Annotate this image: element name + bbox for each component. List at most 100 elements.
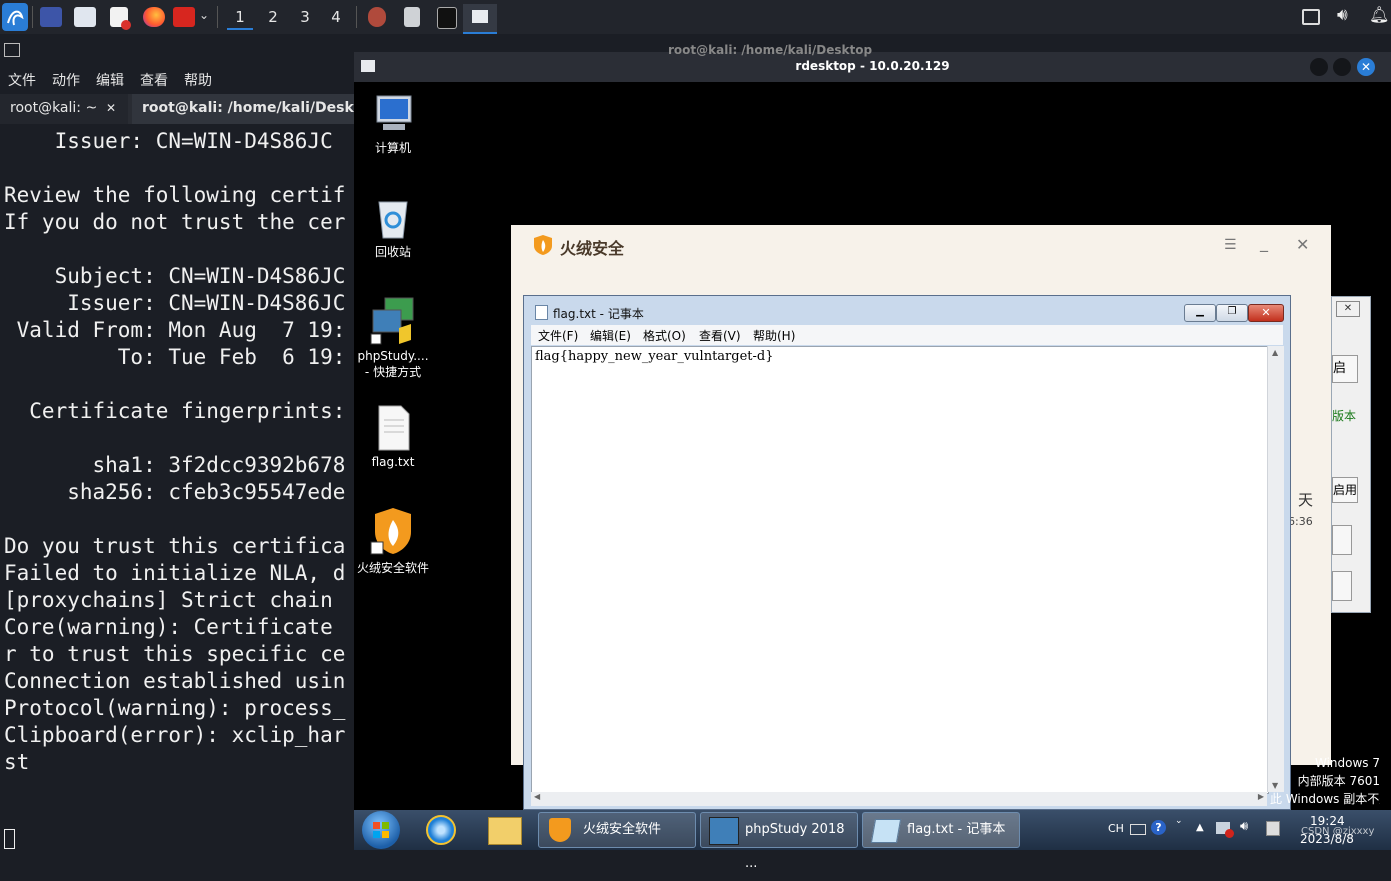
keyboard-icon[interactable] [1130, 824, 1146, 835]
editor-task-icon[interactable] [404, 7, 420, 27]
desktop-icon-recycle-bin[interactable]: 回收站 [354, 194, 433, 260]
huorong-logo-icon [534, 235, 552, 255]
volume-icon[interactable]: 🔊︎ [1240, 819, 1248, 834]
menu-file[interactable]: 文件 [8, 70, 36, 90]
terminal-line: Protocol(warning): process_ [4, 696, 346, 720]
phpstudy-icon [370, 297, 414, 345]
firefox-task-icon[interactable] [368, 7, 386, 27]
terminal-output[interactable]: Issuer: CN=WIN-D4S86JC Review the follow… [4, 128, 354, 776]
close-icon[interactable]: ✕ [1296, 235, 1309, 254]
workspace-3[interactable]: 3 [292, 6, 318, 28]
menu-view[interactable]: 查看 [140, 70, 168, 90]
minimize-button[interactable]: ▁ [1184, 304, 1216, 322]
text-file-icon [378, 405, 410, 451]
menu-file[interactable]: 文件(F) [538, 327, 578, 344]
horizontal-scrollbar[interactable]: ◀ ▶ [531, 792, 1267, 806]
terminal-line: sha1: 3f2dcc9392b678 [4, 453, 346, 477]
explorer-icon[interactable] [488, 817, 522, 845]
scroll-up-icon[interactable]: ▲ [1272, 348, 1278, 357]
notepad-titlebar[interactable]: flag.txt - 记事本 ▁ ❐ ✕ [524, 296, 1290, 326]
desktop-icon-computer[interactable]: 计算机 [354, 92, 433, 156]
workspace-1[interactable]: 1 [227, 6, 253, 30]
dialog-close-icon[interactable]: ✕ [1336, 301, 1360, 317]
workspace-2[interactable]: 2 [260, 6, 286, 28]
close-button[interactable]: ✕ [1248, 304, 1284, 322]
flag-icon[interactable] [173, 7, 195, 27]
chevron-down-icon[interactable]: ⌄ [199, 8, 209, 22]
screenshot-icon[interactable] [1302, 9, 1320, 25]
kali-top-panel: ⌄ 1 2 3 4 🔊︎ 🔔︎ [0, 0, 1391, 34]
computer-icon [376, 95, 412, 130]
terminal-line: Failed to initialize NLA, d [4, 561, 346, 585]
help-icon[interactable]: ? [1151, 820, 1166, 835]
language-indicator[interactable]: CH [1108, 822, 1124, 835]
version-link[interactable]: 版本 [1332, 407, 1356, 424]
notepad-text-area[interactable]: flag{happy_new_year_vulntarget-d} [531, 346, 1269, 794]
ime-options-icon[interactable]: ⌄ [1175, 816, 1183, 826]
rdesktop-titlebar[interactable]: rdesktop - 10.0.20.129 ✕ [354, 52, 1391, 82]
close-icon[interactable]: ✕ [106, 94, 116, 122]
desktop-icon-flag-txt[interactable]: flag.txt [354, 404, 433, 469]
taskbar-phpstudy[interactable]: phpStudy 2018 ... [700, 812, 858, 871]
desktop-icon-huorong[interactable]: 火绒安全软件 [354, 506, 433, 576]
kali-menu-icon[interactable] [2, 3, 28, 31]
terminal-task-icon[interactable] [437, 7, 457, 29]
taskbar-huorong[interactable]: 火绒安全软件 [538, 812, 696, 848]
text-editor-icon[interactable] [110, 7, 131, 30]
dialog-button-3[interactable] [1332, 571, 1352, 601]
workspace-4[interactable]: 4 [323, 6, 349, 28]
maximize-button[interactable] [1333, 58, 1351, 76]
notepad-menubar: 文件(F) 编辑(E) 格式(O) 查看(V) 帮助(H) [531, 325, 1283, 345]
vertical-scrollbar[interactable]: ▲ ▼ [1267, 346, 1284, 792]
terminal-line: To: Tue Feb 6 19: [4, 345, 346, 369]
terminal-line: Review the following certif [4, 183, 346, 207]
dialog-button[interactable]: 启 [1332, 355, 1358, 383]
menu-list-icon[interactable]: ☰ [1224, 237, 1237, 253]
terminal-line: Subject: CN=WIN-D4S86JC [4, 264, 346, 288]
network-icon[interactable] [1216, 822, 1234, 838]
window-task-icon[interactable] [463, 4, 497, 34]
action-center-icon[interactable] [1266, 821, 1280, 836]
notepad-title: flag.txt - 记事本 [553, 307, 644, 321]
scroll-right-icon[interactable]: ▶ [1258, 792, 1264, 801]
firefox-icon[interactable] [143, 7, 165, 27]
maximize-button[interactable]: ❐ [1216, 304, 1248, 322]
tab-home[interactable]: root@kali: ~ ✕ [0, 94, 128, 124]
menu-view[interactable]: 查看(V) [699, 327, 741, 344]
terminal-line: [proxychains] Strict chain [4, 588, 346, 612]
dialog-button-2[interactable] [1332, 525, 1352, 555]
menu-help[interactable]: 帮助(H) [753, 327, 795, 344]
taskbar-notepad[interactable]: flag.txt - 记事本 [862, 812, 1020, 848]
show-desktop-icon[interactable] [40, 7, 62, 27]
volume-icon[interactable]: 🔊︎ [1337, 5, 1348, 25]
terminal-cursor [4, 829, 15, 849]
terminal-line: Connection established usin [4, 669, 346, 693]
terminal-app-icon [4, 43, 20, 57]
menu-edit[interactable]: 编辑 [96, 70, 124, 90]
minimize-icon[interactable]: _ [1260, 233, 1268, 252]
phpstudy-icon [709, 817, 739, 845]
windows-taskbar: 火绒安全软件 phpStudy 2018 ... flag.txt - 记事本 … [354, 810, 1391, 871]
recycle-bin-icon [378, 201, 408, 239]
ie-icon[interactable] [426, 815, 456, 845]
start-button[interactable] [362, 811, 400, 849]
show-hidden-icons[interactable]: ▲ [1196, 822, 1204, 833]
minimize-button[interactable] [1310, 58, 1328, 76]
tab-desktop[interactable]: root@kali: /home/kali/Deskto [132, 94, 354, 124]
menu-action[interactable]: 动作 [52, 70, 80, 90]
close-button[interactable]: ✕ [1357, 58, 1375, 76]
menu-format[interactable]: 格式(O) [643, 327, 686, 344]
menu-help[interactable]: 帮助 [184, 70, 212, 90]
desktop-icon-phpstudy[interactable]: phpStudy.... - 快捷方式 [354, 296, 433, 380]
huorong-shield-icon [549, 818, 571, 842]
terminal-line: Do you trust this certifica [4, 534, 346, 558]
scroll-left-icon[interactable]: ◀ [534, 792, 540, 801]
menu-edit[interactable]: 编辑(E) [590, 327, 631, 344]
bell-icon[interactable]: 🔔︎ [1369, 5, 1389, 24]
file-manager-icon[interactable] [74, 7, 96, 27]
time-label: 6:36 [1288, 515, 1313, 528]
enable-button[interactable]: 启用 [1332, 477, 1358, 503]
